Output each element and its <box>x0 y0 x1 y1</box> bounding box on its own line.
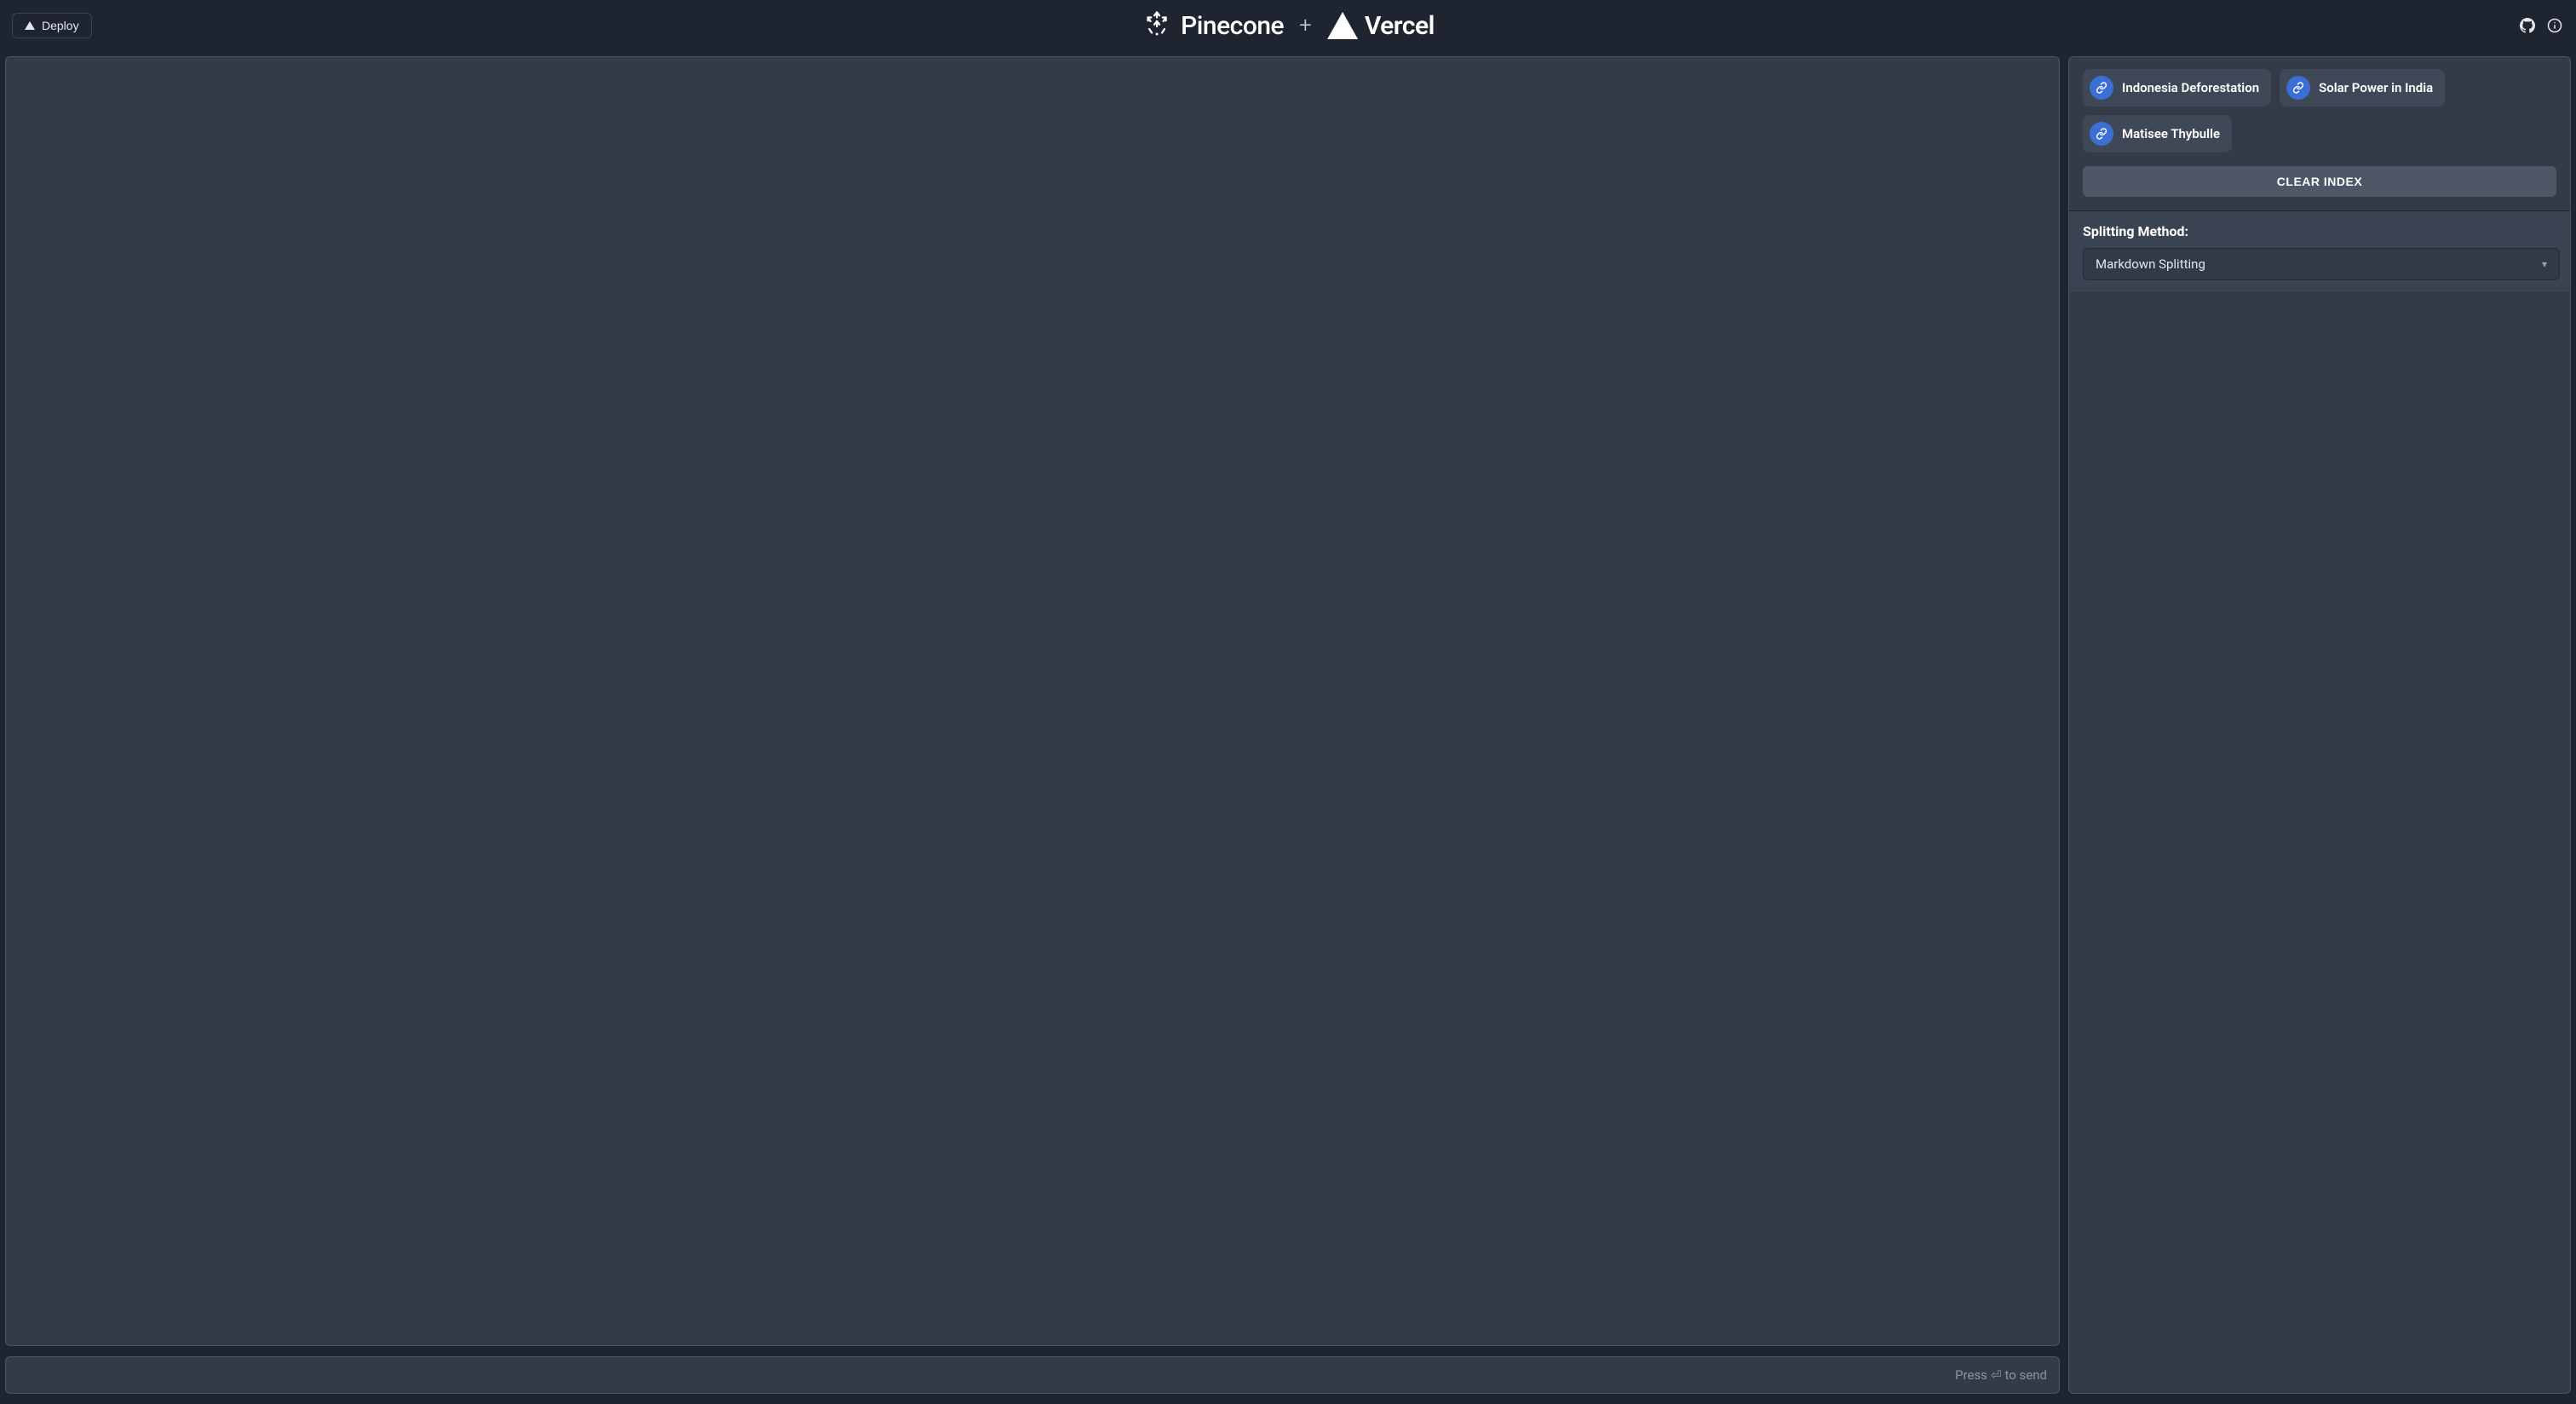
vercel-logo: Vercel <box>1327 11 1435 41</box>
info-icon[interactable] <box>2545 16 2564 35</box>
chevron-down-icon: ▾ <box>2542 258 2547 270</box>
right-panel: Indonesia Deforestation Solar Power in I… <box>2068 56 2571 1394</box>
source-chip[interactable]: Solar Power in India <box>2280 69 2445 106</box>
github-icon[interactable] <box>2518 16 2537 35</box>
chat-input-panel[interactable]: Press ⏎ to send <box>5 1356 2060 1394</box>
top-right-icons <box>2518 16 2564 35</box>
chat-input[interactable] <box>18 1368 2047 1383</box>
header-logos: Pinecone + Vercel <box>1141 9 1435 43</box>
chip-label: Solar Power in India <box>2319 80 2433 95</box>
pinecone-wordmark: Pinecone <box>1181 11 1284 41</box>
left-column: Press ⏎ to send <box>5 56 2060 1394</box>
clear-index-button[interactable]: CLEAR INDEX <box>2083 166 2556 197</box>
vercel-triangle-icon <box>1327 12 1358 39</box>
right-panel-empty <box>2069 292 2570 1393</box>
pinecone-icon <box>1141 9 1172 43</box>
plus-separator: + <box>1299 13 1312 38</box>
link-icon <box>2286 76 2310 100</box>
select-value: Markdown Splitting <box>2096 256 2205 272</box>
clear-index-row: CLEAR INDEX <box>2069 161 2570 210</box>
vercel-wordmark: Vercel <box>1365 11 1435 41</box>
source-chip[interactable]: Matisee Thybulle <box>2083 115 2232 152</box>
deploy-button-label: Deploy <box>42 19 79 32</box>
source-chip[interactable]: Indonesia Deforestation <box>2083 69 2271 106</box>
splitting-section: Splitting Method: Markdown Splitting ▾ <box>2069 211 2570 292</box>
top-bar: Deploy <box>0 0 2576 51</box>
link-icon <box>2090 122 2113 146</box>
chip-label: Indonesia Deforestation <box>2122 80 2259 95</box>
pinecone-logo: Pinecone <box>1141 9 1284 43</box>
splitting-method-label: Splitting Method: <box>2083 223 2560 239</box>
splitting-method-select[interactable]: Markdown Splitting ▾ <box>2083 248 2560 280</box>
main-layout: Press ⏎ to send Indonesia Deforestation <box>0 51 2576 1399</box>
deploy-button[interactable]: Deploy <box>12 13 92 38</box>
source-chips: Indonesia Deforestation Solar Power in I… <box>2069 57 2570 161</box>
chat-panel <box>5 56 2060 1346</box>
link-icon <box>2090 76 2113 100</box>
vercel-triangle-icon <box>25 21 35 30</box>
chip-label: Matisee Thybulle <box>2122 126 2220 141</box>
